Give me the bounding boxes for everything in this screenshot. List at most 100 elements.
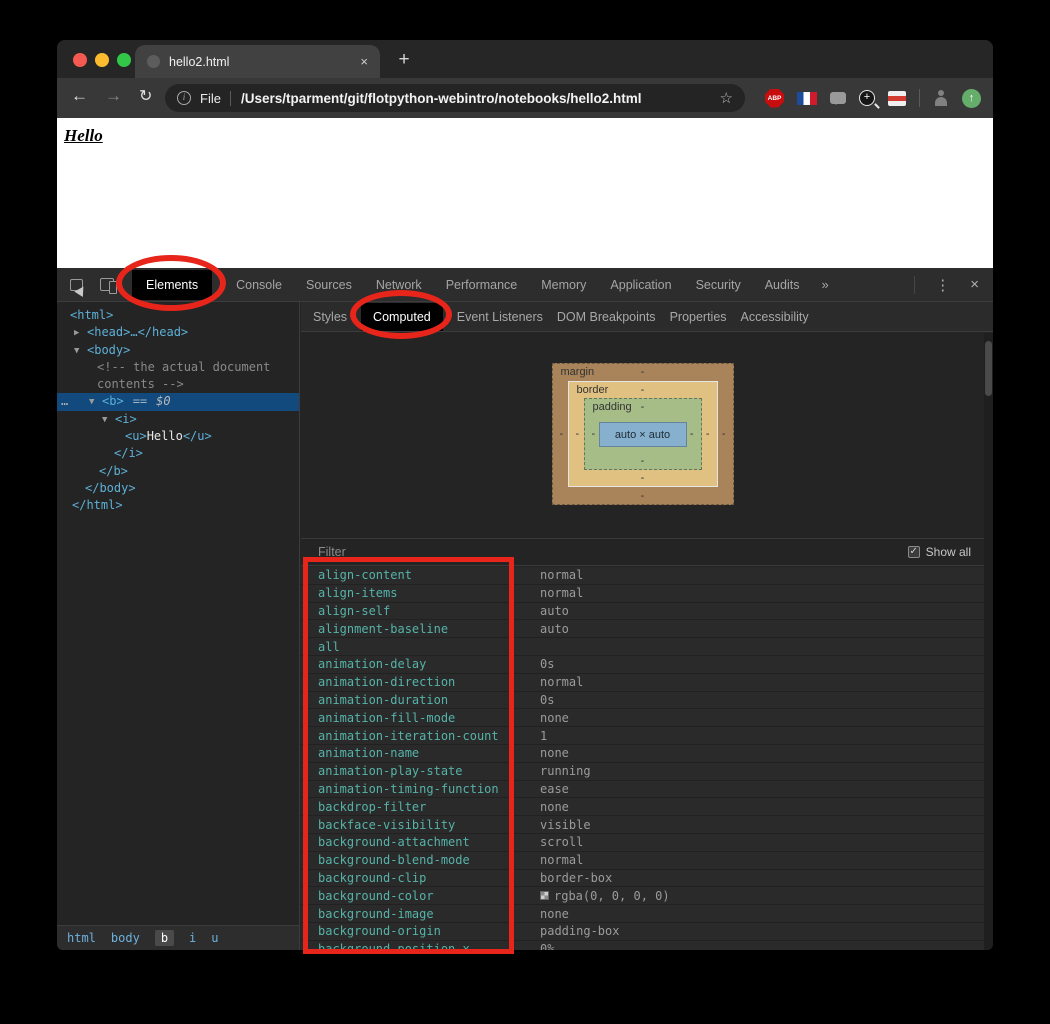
padding-bottom-value[interactable]: -	[641, 455, 645, 467]
padding-right-value[interactable]: -	[690, 428, 694, 440]
zoom-plus-icon[interactable]: +	[859, 90, 875, 106]
property-row[interactable]: background-blend-modenormal	[301, 852, 984, 870]
tab-styles[interactable]: Styles	[313, 310, 347, 324]
show-all-control[interactable]: ✓ Show all	[908, 545, 971, 559]
property-row[interactable]: animation-play-staterunning	[301, 763, 984, 781]
tab-close-icon[interactable]: ×	[360, 54, 368, 69]
expand-arrow-icon[interactable]: ▶	[74, 325, 87, 342]
collapse-arrow-icon[interactable]: ▼	[74, 343, 87, 360]
bookmark-star-icon[interactable]: ☆	[720, 89, 733, 107]
tab-sources[interactable]: Sources	[306, 276, 352, 294]
url-text[interactable]: /Users/tparment/git/flotpython-webintro/…	[241, 91, 642, 106]
breadcrumb-b-selected[interactable]: b	[155, 930, 174, 946]
tab-console[interactable]: Console	[236, 276, 282, 294]
box-model-content[interactable]: auto × auto	[599, 422, 687, 447]
tab-memory[interactable]: Memory	[541, 276, 586, 294]
browser-tab[interactable]: hello2.html ×	[135, 45, 380, 78]
speech-bubble-icon[interactable]	[830, 92, 846, 104]
minimize-window-button[interactable]	[95, 53, 109, 67]
margin-left-value[interactable]: -	[560, 428, 564, 440]
kebab-menu-icon[interactable]: ⋮	[935, 276, 950, 294]
zoom-window-button[interactable]	[117, 53, 131, 67]
back-button[interactable]: ←	[71, 86, 88, 106]
dom-node-i-close[interactable]: </i>	[57, 445, 299, 462]
dom-node-i[interactable]: ▼<i>	[57, 411, 299, 428]
property-row[interactable]: animation-iteration-count1	[301, 727, 984, 745]
dom-node-body[interactable]: ▼<body>	[57, 342, 299, 359]
property-row[interactable]: animation-fill-modenone	[301, 709, 984, 727]
more-tabs-chevron-icon[interactable]: »	[821, 277, 828, 292]
property-row[interactable]: background-colorrgba(0, 0, 0, 0)	[301, 887, 984, 905]
border-bottom-value[interactable]: -	[641, 472, 645, 484]
breadcrumb-html[interactable]: html	[67, 931, 96, 945]
show-all-checkbox[interactable]: ✓	[908, 546, 920, 558]
border-right-value[interactable]: -	[706, 428, 710, 440]
dom-node-html[interactable]: <html>	[57, 307, 299, 324]
property-row[interactable]: animation-delay0s	[301, 656, 984, 674]
inspect-element-icon[interactable]	[70, 279, 83, 291]
page-info-icon[interactable]: i	[177, 91, 191, 105]
property-row[interactable]: align-itemsnormal	[301, 585, 984, 603]
property-row[interactable]: all	[301, 638, 984, 656]
collapse-arrow-icon[interactable]: ▼	[89, 394, 102, 411]
property-row[interactable]: backdrop-filternone	[301, 798, 984, 816]
breadcrumb-u[interactable]: u	[211, 931, 218, 945]
close-window-button[interactable]	[73, 53, 87, 67]
collapse-arrow-icon[interactable]: ▼	[102, 412, 115, 429]
extension-badge-icon[interactable]	[888, 91, 906, 106]
tab-dom-breakpoints[interactable]: DOM Breakpoints	[557, 310, 656, 324]
tab-computed[interactable]: Computed	[361, 303, 443, 331]
property-row[interactable]: background-originpadding-box	[301, 923, 984, 941]
border-top-value[interactable]: -	[641, 384, 645, 396]
dom-node-body-close[interactable]: </body>	[57, 480, 299, 497]
tab-accessibility[interactable]: Accessibility	[741, 310, 809, 324]
property-row[interactable]: background-attachmentscroll	[301, 834, 984, 852]
margin-right-value[interactable]: -	[722, 428, 726, 440]
property-row[interactable]: backface-visibilityvisible	[301, 816, 984, 834]
property-row[interactable]: background-position-x0%	[301, 941, 984, 950]
margin-top-value[interactable]: -	[641, 366, 645, 378]
french-flag-icon[interactable]	[797, 92, 817, 105]
devtools-close-icon[interactable]: ×	[970, 276, 979, 293]
property-row[interactable]: align-selfauto	[301, 603, 984, 621]
property-row[interactable]: align-contentnormal	[301, 567, 984, 585]
scrollbar[interactable]	[984, 333, 993, 950]
dom-node-html-close[interactable]: </html>	[57, 497, 299, 514]
reload-button[interactable]: ↻	[139, 86, 152, 106]
address-bar[interactable]: i File /Users/tparment/git/flotpython-we…	[165, 84, 745, 112]
dom-comment-line2[interactable]: contents -->	[57, 376, 299, 393]
tab-network[interactable]: Network	[376, 276, 422, 294]
box-model-padding[interactable]: padding - - - - auto × auto	[584, 398, 702, 470]
breadcrumb-body[interactable]: body	[111, 931, 140, 945]
scrollbar-thumb[interactable]	[985, 341, 992, 396]
update-chrome-icon[interactable]: ↑	[962, 89, 981, 108]
dom-node-head[interactable]: ▶<head>…</head>	[57, 324, 299, 341]
filter-input[interactable]	[318, 545, 618, 559]
color-swatch-icon[interactable]	[540, 891, 549, 900]
forward-button[interactable]: →	[105, 86, 122, 106]
property-row[interactable]: animation-timing-functionease	[301, 781, 984, 799]
adblock-plus-icon[interactable]: ABP	[765, 89, 784, 108]
padding-top-value[interactable]: -	[641, 401, 645, 413]
property-row[interactable]: animation-directionnormal	[301, 674, 984, 692]
tab-event-listeners[interactable]: Event Listeners	[457, 310, 543, 324]
property-row[interactable]: animation-namenone	[301, 745, 984, 763]
padding-left-value[interactable]: -	[592, 428, 596, 440]
border-left-value[interactable]: -	[576, 428, 580, 440]
box-model-margin[interactable]: margin - - - - border - - - - padding	[552, 363, 734, 505]
breadcrumb-i[interactable]: i	[189, 931, 196, 945]
margin-bottom-value[interactable]: -	[641, 490, 645, 502]
tab-application[interactable]: Application	[610, 276, 671, 294]
box-model-border[interactable]: border - - - - padding - - - - au	[568, 381, 718, 487]
dom-comment-line1[interactable]: <!-- the actual document	[57, 359, 299, 376]
dom-node-u[interactable]: <u>Hello</u>	[57, 428, 299, 445]
property-row[interactable]: animation-duration0s	[301, 692, 984, 710]
tab-properties[interactable]: Properties	[670, 310, 727, 324]
property-row[interactable]: alignment-baselineauto	[301, 620, 984, 638]
new-tab-button[interactable]: +	[391, 48, 417, 74]
tab-elements[interactable]: Elements	[132, 270, 212, 300]
property-row[interactable]: background-clipborder-box	[301, 870, 984, 888]
tab-performance[interactable]: Performance	[446, 276, 518, 294]
profile-person-icon[interactable]	[933, 90, 949, 106]
device-toolbar-icon[interactable]	[100, 278, 114, 291]
